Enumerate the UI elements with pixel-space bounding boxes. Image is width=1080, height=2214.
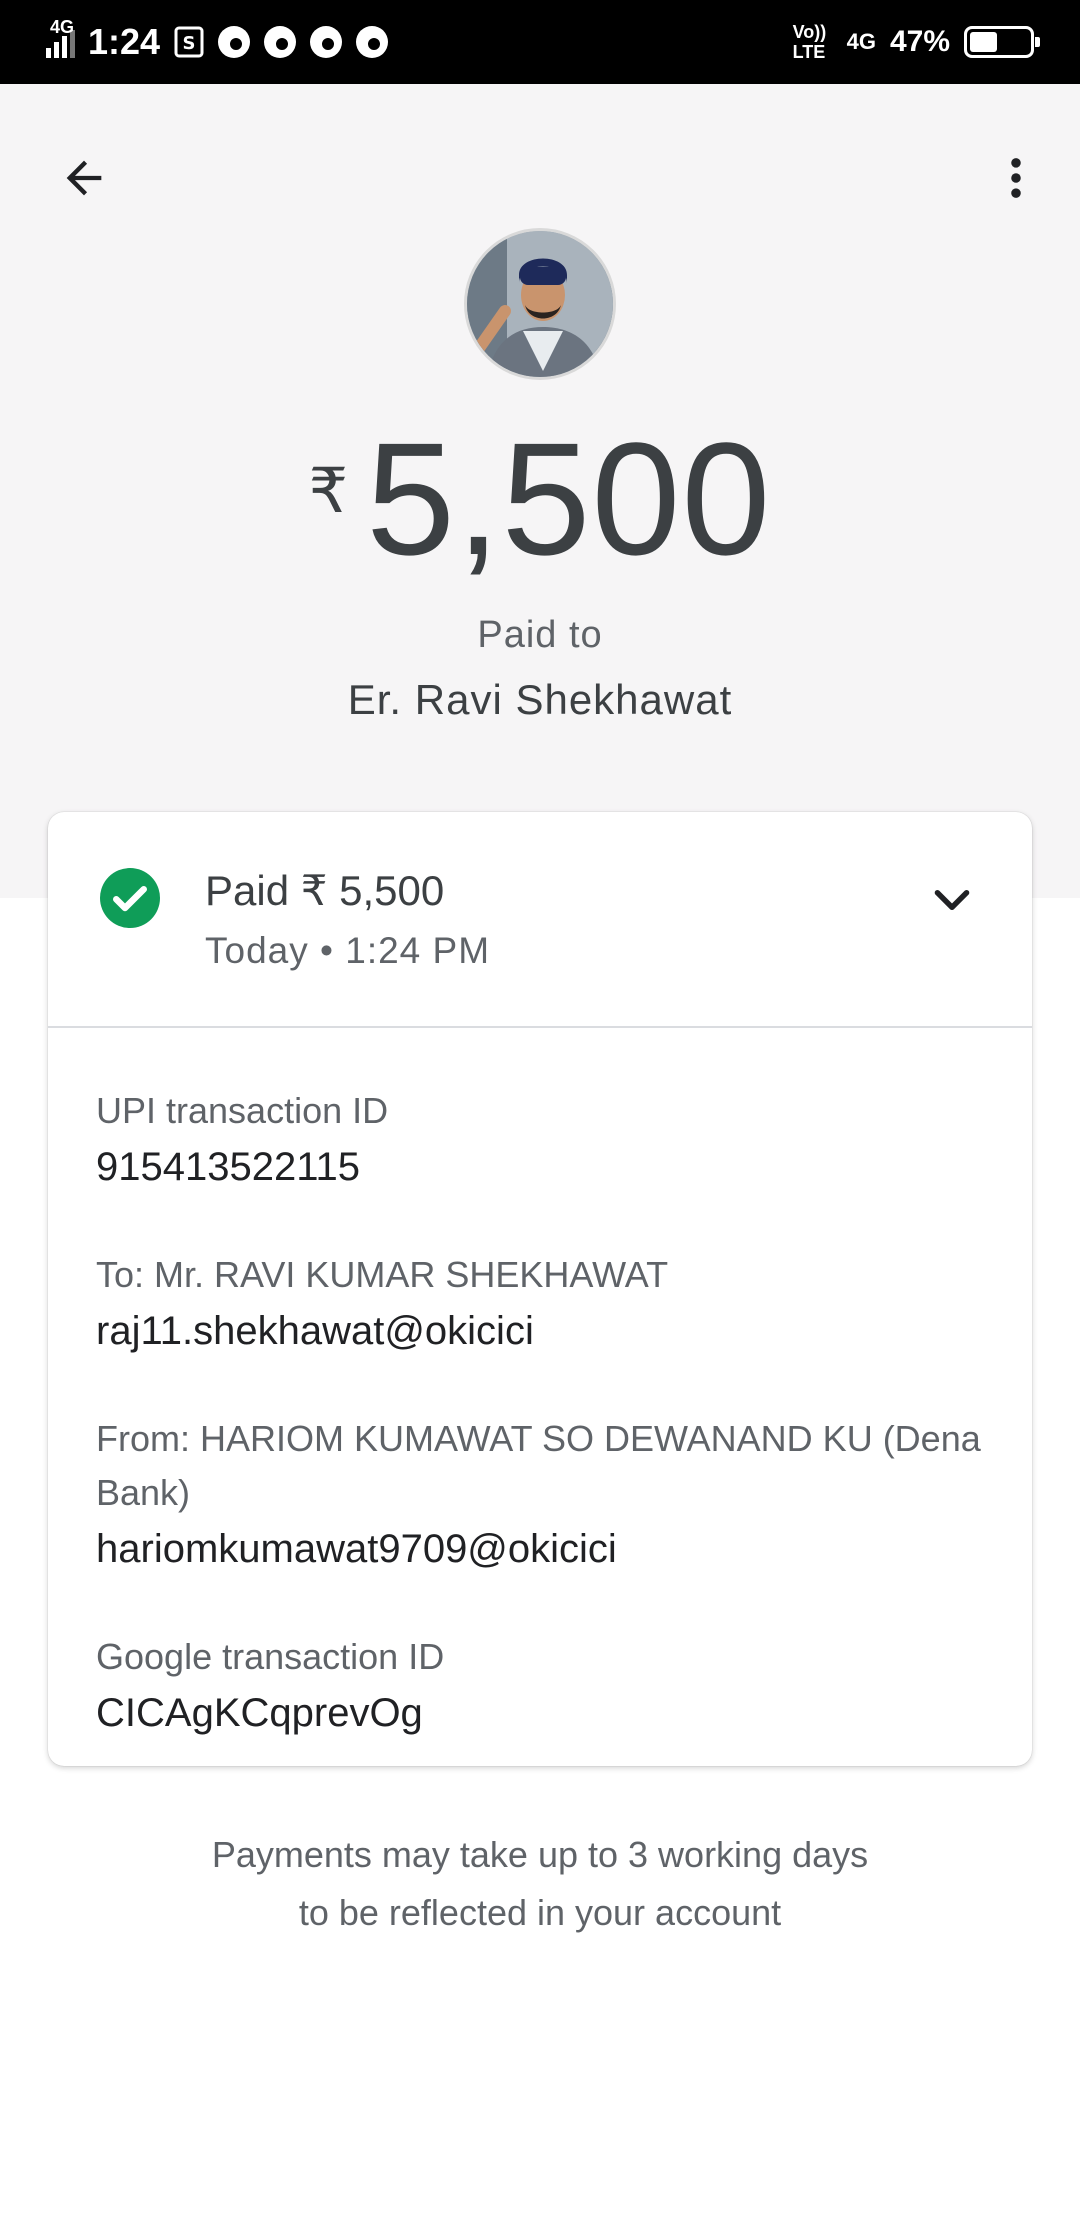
status-bar: 4G 1:24 S Vo)) LTE 4G 47%: [0, 0, 1080, 84]
detail-value: raj11.shekhawat@okicici: [96, 1309, 534, 1353]
processing-note: Payments may take up to 3 working days t…: [0, 1826, 1080, 1942]
payment-summary: ₹ 5,500 Paid to Er. Ravi Shekhawat: [0, 84, 1080, 898]
status-time: 1:24: [88, 21, 161, 62]
currency-symbol: ₹: [308, 457, 349, 526]
chevron-down-icon: [934, 890, 970, 910]
chrome-notification-icon: [218, 26, 251, 58]
check-circle-icon: [100, 868, 160, 928]
network-type-right: 4G: [846, 29, 876, 54]
paid-status-text: Paid ₹ 5,500: [205, 867, 445, 914]
battery-icon: [964, 26, 1040, 58]
status-bar-left: 4G 1:24 S: [46, 17, 389, 63]
paid-to-label: Paid to: [477, 614, 603, 656]
volte-indicator: Vo)) LTE: [792, 22, 827, 62]
amount-display: ₹ 5,500: [0, 414, 1080, 584]
expand-button[interactable]: [924, 872, 980, 928]
paid-timestamp: Today • 1:24 PM: [205, 930, 491, 971]
transaction-status-header[interactable]: Paid ₹ 5,500 Today • 1:24 PM: [48, 812, 1032, 1028]
payee-name: Er. Ravi Shekhawat: [347, 676, 733, 723]
recipient-row: To: Mr. RAVI KUMAR SHEKHAWAT raj11.shekh…: [96, 1248, 984, 1360]
transaction-details-card: Paid ₹ 5,500 Today • 1:24 PM UPI transac…: [48, 812, 1032, 1766]
sender-row: From: HARIOM KUMAWAT SO DEWANAND KU (Den…: [96, 1412, 984, 1578]
more-vert-icon: [1011, 158, 1021, 198]
google-transaction-id-row: Google transaction ID CICAgKCqprevOg: [96, 1630, 984, 1742]
status-bar-right: Vo)) LTE 4G 47%: [792, 22, 1040, 62]
detail-value: 915413522115: [96, 1145, 360, 1189]
processing-note-line: to be reflected in your account: [298, 1892, 782, 1933]
payee-avatar: [464, 228, 616, 380]
detail-value: hariomkumawat9709@okicici: [96, 1527, 617, 1571]
processing-note-line: Payments may take up to 3 working days: [211, 1834, 869, 1875]
transaction-details: UPI transaction ID 915413522115 To: Mr. …: [48, 1028, 1032, 1742]
network-type-left: 4G: [50, 17, 75, 37]
battery-fill: [970, 32, 998, 52]
detail-label: Google transaction ID: [96, 1636, 445, 1677]
svg-text:S: S: [183, 33, 196, 54]
arrow-back-icon: [66, 160, 102, 196]
battery-percent: 47%: [889, 25, 950, 58]
detail-value: CICAgKCqprevOg: [96, 1691, 423, 1735]
more-options-button[interactable]: [976, 138, 1056, 218]
chrome-notification-icon: [356, 26, 389, 58]
detail-label: From: HARIOM KUMAWAT SO DEWANAND KU (Den…: [96, 1418, 981, 1513]
detail-label: UPI transaction ID: [96, 1090, 389, 1131]
upi-transaction-id-row: UPI transaction ID 915413522115: [96, 1084, 984, 1196]
detail-label: To: Mr. RAVI KUMAR SHEKHAWAT: [96, 1254, 669, 1295]
amount-value: 5,500: [366, 409, 772, 588]
screenshot-icon: S: [174, 26, 204, 58]
chrome-notification-icon: [264, 26, 297, 58]
chrome-notification-icon: [310, 26, 343, 58]
person-photo: [467, 231, 613, 377]
back-button[interactable]: [44, 138, 124, 218]
